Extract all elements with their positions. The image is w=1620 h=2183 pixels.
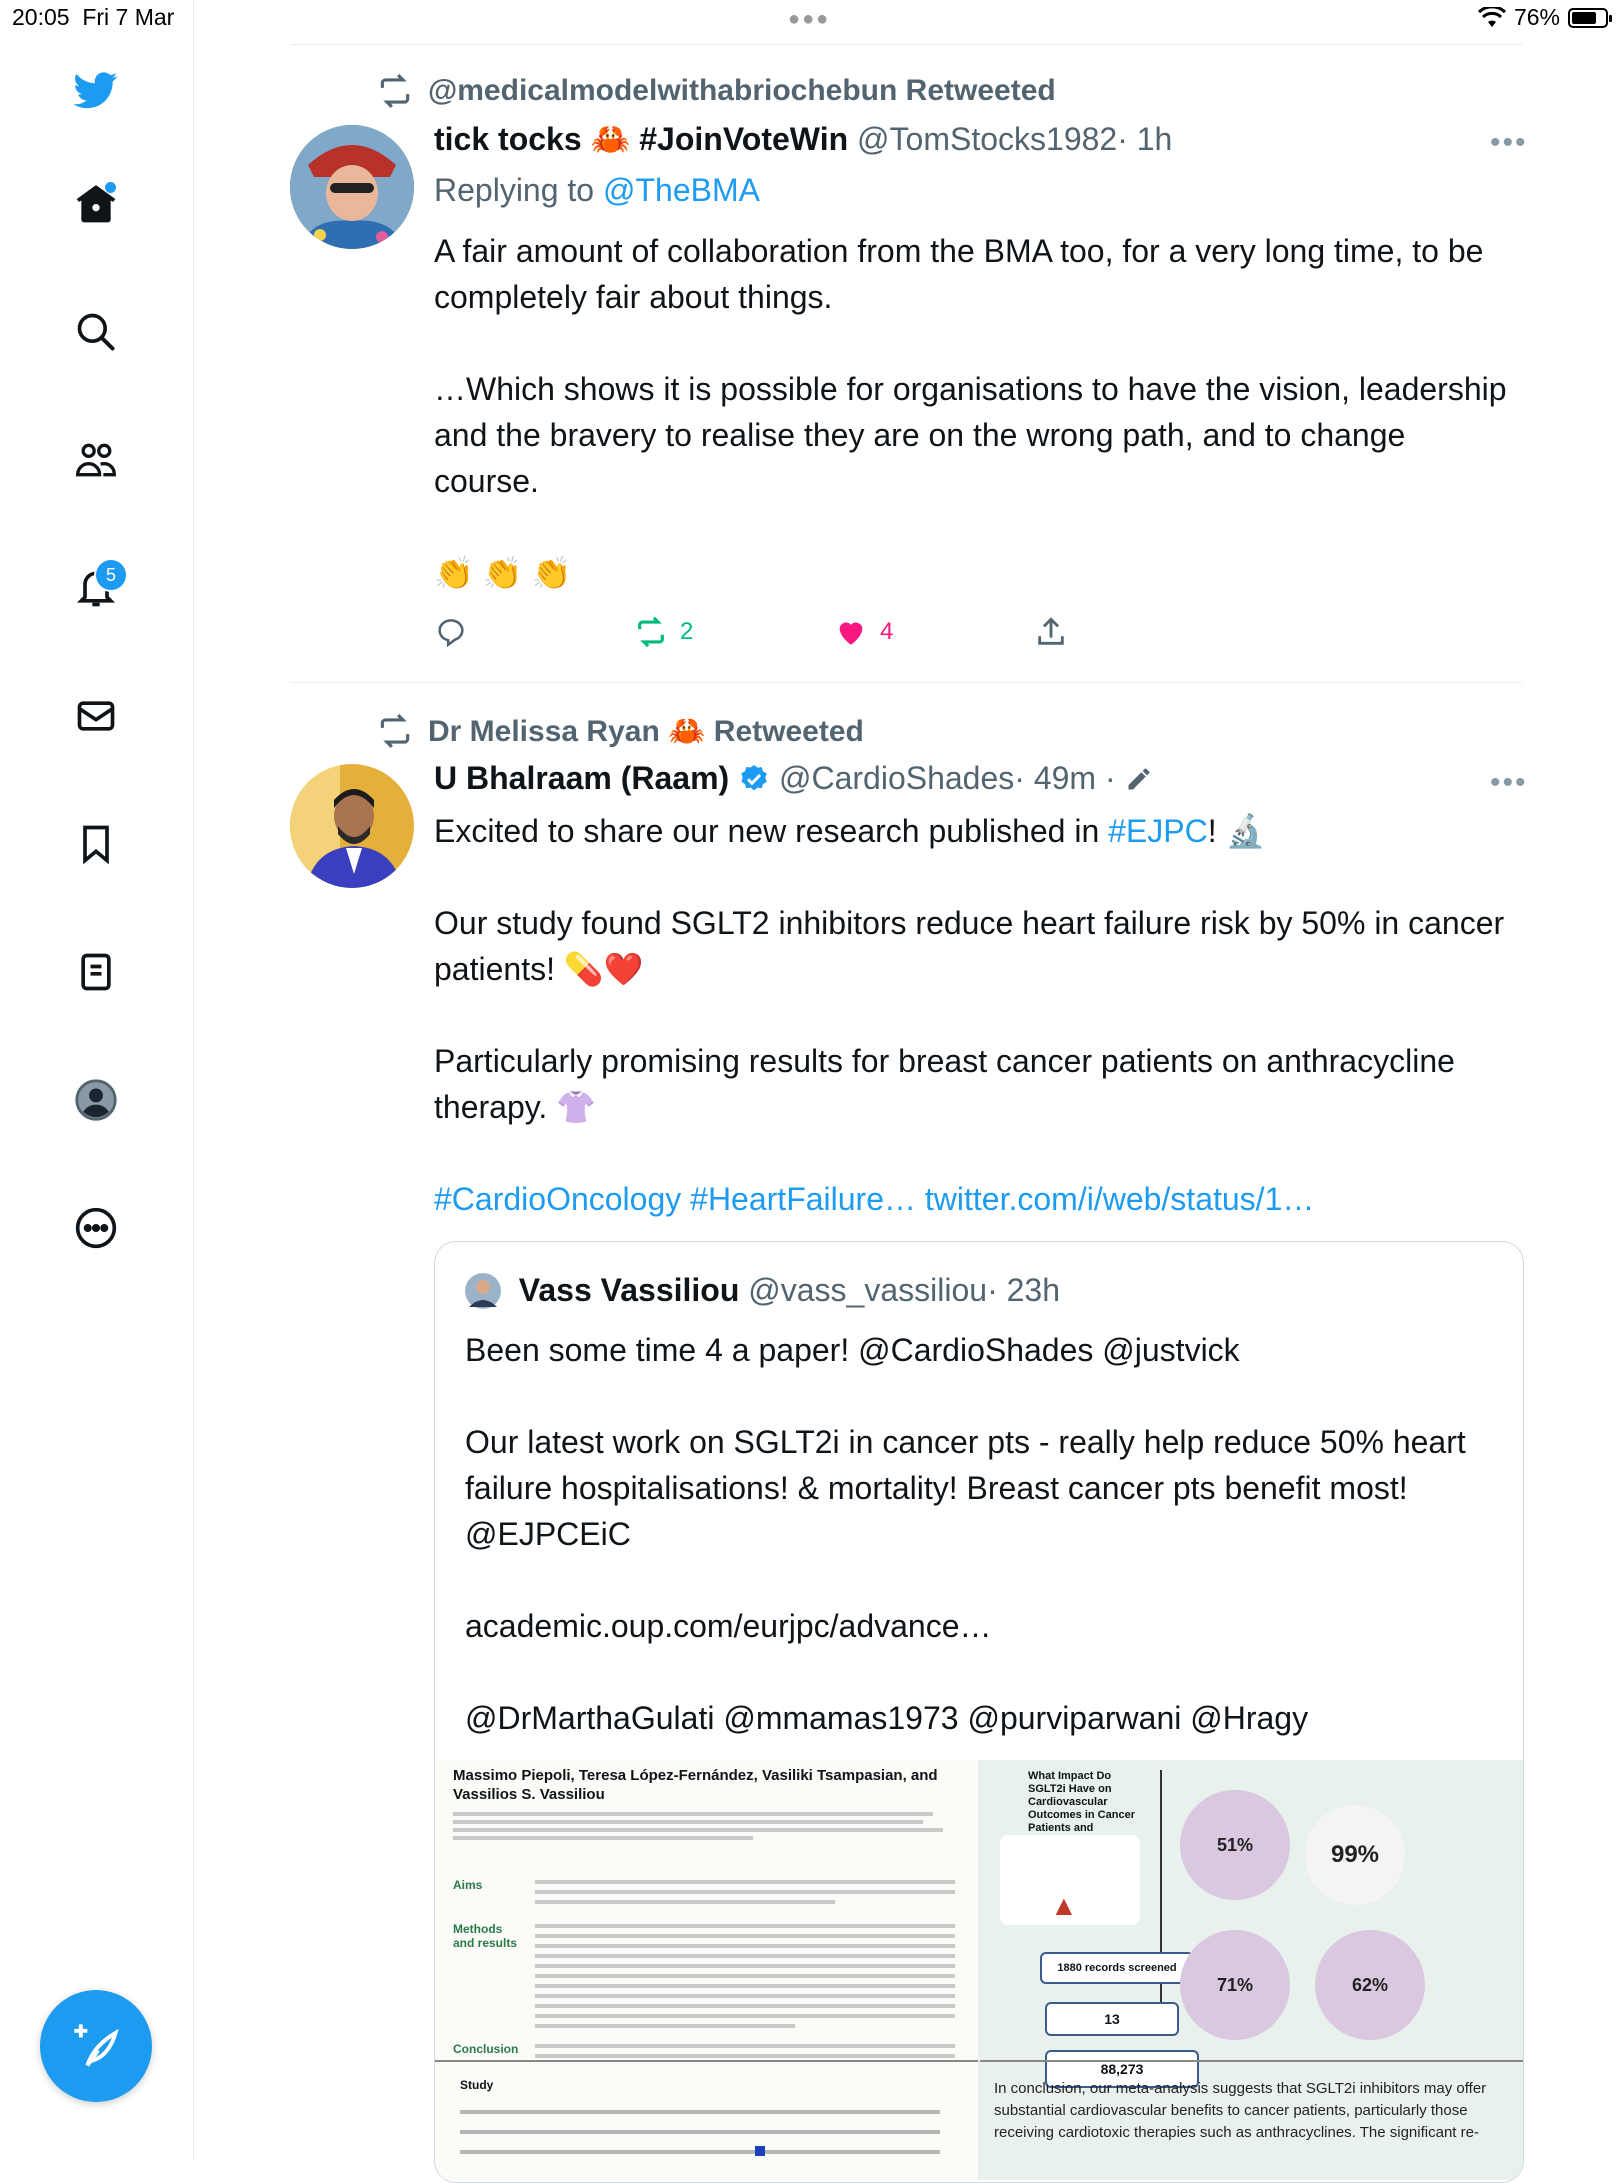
like-count: 4	[880, 618, 894, 645]
lists-icon[interactable]	[70, 946, 122, 998]
retweet-count: 2	[680, 618, 694, 645]
status-right: 76%	[1477, 4, 1612, 31]
quoted-author-name: Vass Vassiliou	[518, 1272, 740, 1308]
feather-plus-icon	[74, 2024, 119, 2067]
replying-to: Replying to @TheBMA	[434, 172, 760, 208]
hashtags-link[interactable]: #CardioOncology #HeartFailure…	[434, 1181, 916, 1217]
retweet-icon	[380, 714, 410, 748]
twitter-logo-icon[interactable]	[70, 64, 122, 116]
quoted-tweet[interactable]: Vass Vassiliou @vass_vassiliou · 23h Bee…	[434, 1241, 1524, 2183]
tweet-text: Excited to share our new research publis…	[434, 813, 1505, 1217]
retweeted-by-text: Dr Melissa Ryan 🦀 Retweeted	[428, 714, 864, 748]
bookmark-icon[interactable]	[70, 818, 122, 870]
communities-icon[interactable]	[70, 434, 122, 486]
table-header: Study	[460, 2078, 494, 2092]
studies-count: 13	[1045, 2002, 1179, 2036]
retweeted-by-line: @medicalmodelwithabriochebun Retweeted	[376, 72, 1056, 110]
quoted-tweet-header: Vass Vassiliou @vass_vassiliou · 23h	[465, 1272, 1060, 1309]
retweet-button[interactable]: 2	[634, 615, 834, 649]
retweet-icon	[638, 616, 664, 648]
replying-to-link[interactable]: @TheBMA	[603, 172, 760, 208]
more-options-icon[interactable]: •••	[1490, 766, 1528, 800]
stat-diagnoses: 71%	[1180, 1930, 1290, 2040]
quoted-tweet-text: Been some time 4 a paper! @CardioShades …	[465, 1332, 1466, 1736]
like-button[interactable]: 4	[834, 615, 1034, 649]
author-handle[interactable]: @TomStocks1982	[857, 121, 1117, 158]
divider	[290, 682, 1522, 683]
paper-abstract-image: Massimo Piepoli, Teresa López-Fernández,…	[435, 1760, 978, 2180]
notifications-badge: 5	[94, 558, 128, 592]
status-link[interactable]: twitter.com/i/web/status/1…	[925, 1181, 1314, 1217]
reply-icon	[438, 619, 464, 648]
tweet-header: tick tocks 🦀 #JoinVoteWin @TomStocks1982…	[434, 120, 1172, 158]
status-bar: 20:05 Fri 7 Mar ●●● 76%	[0, 0, 1620, 40]
author-name[interactable]: tick tocks 🦀 #JoinVoteWin	[434, 120, 848, 158]
stat-hospitalisations: 51%	[1180, 1790, 1290, 1900]
search-icon[interactable]	[70, 306, 122, 358]
sidebar: 5	[0, 0, 194, 2160]
tweet-time[interactable]: · 1h	[1117, 121, 1172, 158]
tweet-actions: 2 4	[434, 615, 1068, 649]
wifi-icon	[1477, 6, 1506, 27]
more-ellipsis-icon[interactable]	[70, 1202, 122, 1254]
share-icon	[1038, 617, 1064, 645]
battery-icon	[1568, 7, 1612, 28]
avatar[interactable]	[290, 125, 414, 249]
stat-atrial-fibrillation: 62%	[1315, 1930, 1425, 2040]
divider	[290, 44, 1522, 45]
edited-pencil-icon[interactable]	[1125, 765, 1153, 793]
home-icon[interactable]	[70, 178, 122, 230]
retweeted-by-text: @medicalmodelwithabriochebun Retweeted	[428, 74, 1056, 107]
notifications-bell-icon[interactable]: 5	[70, 558, 128, 614]
profile-avatar-icon[interactable]	[70, 1074, 122, 1126]
verified-badge-icon	[741, 764, 767, 790]
messages-envelope-icon[interactable]	[70, 690, 122, 742]
section-aims: Aims	[453, 1878, 483, 1892]
tweet-text: A fair amount of collaboration from the …	[434, 233, 1507, 591]
retweeted-by-line: Dr Melissa Ryan 🦀 Retweeted	[376, 712, 864, 750]
avatar[interactable]	[290, 764, 414, 888]
author-handle[interactable]: @CardioShades	[779, 760, 1014, 797]
infographic-image: What Impact Do SGLT2i Have on Cardiovasc…	[980, 1760, 1523, 2180]
retweet-icon	[380, 74, 410, 108]
reply-button[interactable]	[434, 615, 634, 649]
quoted-tweet-media[interactable]: Massimo Piepoli, Teresa López-Fernández,…	[435, 1760, 1523, 2180]
records-screened: 1880 records screened	[1040, 1952, 1194, 1984]
hashtag-link[interactable]: #EJPC	[1108, 813, 1208, 849]
conclusion-text: In conclusion, our meta-analysis suggest…	[994, 2080, 1487, 2141]
heart-icon	[839, 622, 863, 645]
compose-tweet-button[interactable]	[40, 1990, 152, 2102]
multitasking-dots[interactable]: ●●●	[788, 8, 830, 31]
avatar[interactable]	[465, 1272, 501, 1309]
home-unread-dot	[105, 182, 116, 193]
author-name[interactable]: U Bhalraam (Raam)	[434, 760, 729, 797]
quoted-tweet-time: · 23h	[987, 1272, 1060, 1308]
more-options-icon[interactable]: •••	[1490, 126, 1528, 160]
quoted-author-handle: @vass_vassiliou	[748, 1272, 988, 1308]
paper-authors: Massimo Piepoli, Teresa López-Fernández,…	[453, 1767, 938, 1803]
battery-percent: 76%	[1513, 4, 1560, 30]
section-methods: Methods and results	[453, 1922, 518, 1950]
tweet-time[interactable]: · 49m ·	[1014, 760, 1115, 797]
share-button[interactable]	[1034, 615, 1068, 649]
stat-99: 99%	[1305, 1805, 1405, 1905]
tweet-header: U Bhalraam (Raam) @CardioShades · 49m ·	[434, 760, 1153, 797]
section-conclusion: Conclusion	[453, 2042, 519, 2056]
